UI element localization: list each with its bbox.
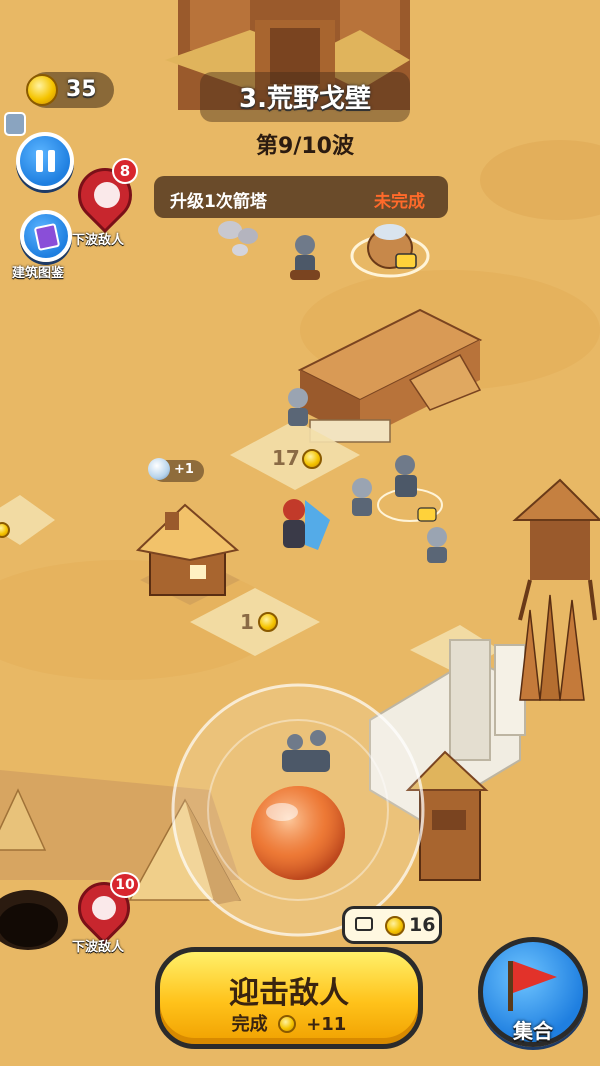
gem-bonus-text: +1 [174, 462, 194, 477]
tile-cost-b: 1 [240, 610, 254, 634]
video-camera-icon [355, 917, 373, 931]
coin-icon [385, 916, 405, 936]
enemy-soldier [377, 455, 443, 522]
complete-label: 完成 [231, 1014, 268, 1035]
enemy-count-badge: 10 [110, 872, 140, 898]
pause-icon [36, 150, 56, 172]
watch-tower-right[interactable] [512, 478, 600, 621]
next-wave-enemy-top[interactable]: 8 [66, 156, 144, 234]
gem-icon [148, 458, 170, 480]
next-wave-label-top: 下波敌人 [72, 233, 125, 248]
level-title: 3.荒野戈壁 [239, 84, 371, 114]
lock-icon [4, 112, 26, 136]
red-flag-icon [504, 957, 564, 1013]
ally-soldier [427, 527, 447, 563]
crossed-swords-icon [94, 182, 120, 208]
build-tile-c[interactable] [0, 495, 55, 545]
crossed-swords-icon [92, 896, 116, 920]
coin-amount: 35 [66, 77, 97, 102]
engage-enemy-button[interactable]: 迎击敌人 完成 +11 [155, 947, 423, 1049]
enemy-soldier [290, 235, 320, 280]
coin-icon [302, 449, 322, 469]
complete-reward: +11 [306, 1014, 347, 1035]
tile-cost-a: 17 [272, 446, 300, 470]
task-status: 未完成 [374, 192, 425, 212]
building-codex-button[interactable] [20, 210, 72, 262]
movement-joystick[interactable] [171, 683, 425, 937]
task-text: 升级1次箭塔 [170, 192, 267, 212]
enemy-count-badge: 8 [112, 158, 138, 184]
next-wave-label-bottom: 下波敌人 [72, 940, 125, 955]
treasure-sack[interactable] [350, 224, 430, 278]
ally-soldier [352, 478, 372, 516]
coin-icon [277, 1015, 296, 1033]
engage-enemy-label: 迎击敌人 [229, 976, 349, 1011]
pause-button[interactable] [16, 132, 74, 190]
coin-icon [26, 74, 58, 106]
hero-character [283, 499, 330, 550]
wooden-spikes [519, 594, 585, 701]
book-icon [33, 222, 61, 252]
video-reward-amount: 16 [409, 914, 436, 936]
rally-label: 集合 [513, 1019, 553, 1043]
wave-counter: 第9/10波 [256, 134, 354, 159]
building-codex-label: 建筑图鉴 [12, 266, 65, 281]
coin-icon [258, 612, 278, 632]
rally-button[interactable]: 集合 [478, 937, 588, 1047]
video-reward-button[interactable]: 16 [342, 906, 442, 944]
rock-pile [218, 221, 258, 256]
thatched-cottage[interactable] [135, 503, 240, 605]
next-wave-enemy-bottom[interactable]: 10 [67, 871, 142, 945]
complete-reward-row: 完成 +11 [160, 1010, 418, 1036]
